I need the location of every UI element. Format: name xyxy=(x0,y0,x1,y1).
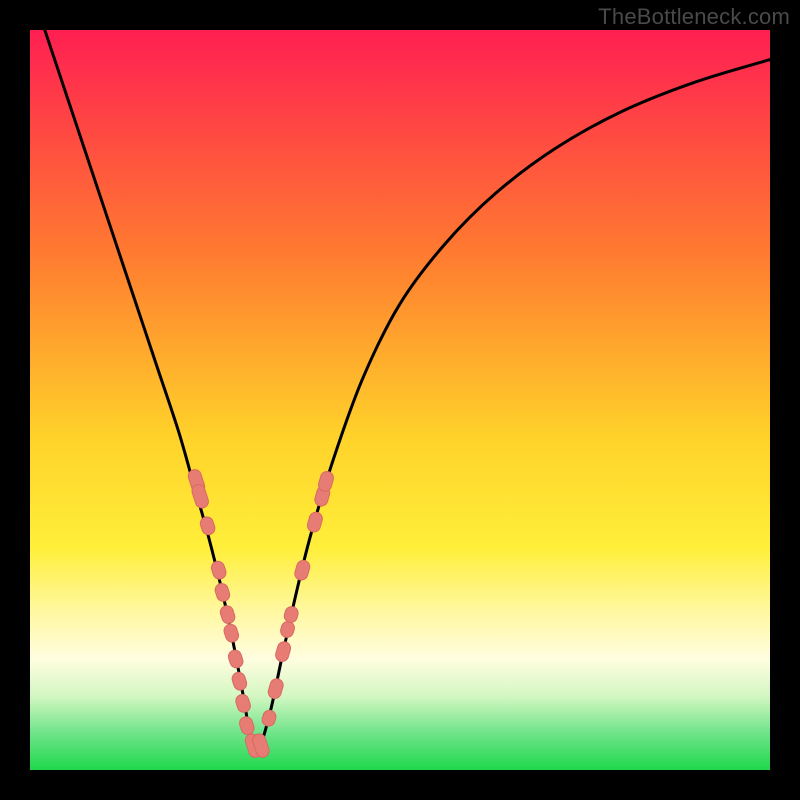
curve-marker xyxy=(306,511,324,534)
curve-marker xyxy=(293,559,311,582)
curve-marker xyxy=(279,620,296,639)
curve-marker xyxy=(283,605,300,624)
bottleneck-curve xyxy=(30,30,770,770)
curve-marker xyxy=(230,671,248,692)
curve-marker xyxy=(274,640,292,663)
curve-marker xyxy=(199,515,217,536)
plot-area xyxy=(30,30,770,770)
curve-marker xyxy=(210,560,228,581)
curve-marker xyxy=(219,604,237,625)
curve-marker xyxy=(238,715,256,736)
curve-marker xyxy=(267,677,285,700)
curve-marker xyxy=(261,709,278,728)
curve-marker xyxy=(213,582,231,603)
curve-marker xyxy=(234,693,252,714)
curve-marker xyxy=(190,483,210,510)
chart-frame: TheBottleneck.com xyxy=(0,0,800,800)
curve-marker xyxy=(227,648,245,669)
watermark-text: TheBottleneck.com xyxy=(598,4,790,30)
curve-marker xyxy=(222,623,240,644)
